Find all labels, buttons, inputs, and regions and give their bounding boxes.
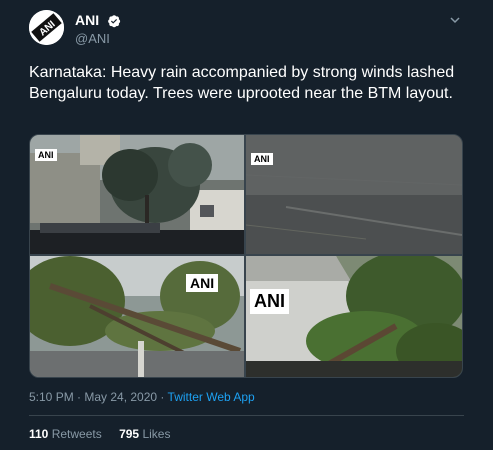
meta-separator: · <box>157 390 168 404</box>
source-app-link[interactable]: Twitter Web App <box>168 390 255 404</box>
tweet-text: Karnataka: Heavy rain accompanied by str… <box>29 64 455 102</box>
photo-1-image <box>30 135 244 254</box>
author-block: ANI @ANI <box>75 12 121 47</box>
tweet-card: ANI ANI @ANI Karnataka: Heavy rain accom… <box>0 0 493 450</box>
photo-3-watermark: ANI <box>186 274 219 292</box>
photo-4-image <box>246 256 462 377</box>
photo-3[interactable]: ANI <box>30 256 244 377</box>
tweet-timestamp[interactable]: 5:10 PM · May 24, 2020 <box>29 390 157 404</box>
media-grid: ANI ANI ANI ANI <box>29 134 463 378</box>
tweet-stats: 110 Retweets 795 Likes <box>29 427 184 441</box>
photo-2[interactable]: ANI <box>246 135 462 254</box>
ani-logo-icon: ANI <box>29 10 64 45</box>
retweets-stat[interactable]: 110 Retweets <box>29 427 105 441</box>
tweet-meta: 5:10 PM · May 24, 2020 · Twitter Web App <box>29 390 255 404</box>
photo-2-watermark: ANI <box>251 153 273 165</box>
likes-label: Likes <box>142 427 171 441</box>
photo-2-image <box>246 135 462 254</box>
avatar[interactable]: ANI <box>29 10 64 45</box>
retweets-label: Retweets <box>51 427 102 441</box>
photo-4[interactable]: ANI <box>246 256 462 377</box>
author-handle[interactable]: @ANI <box>75 31 121 47</box>
chevron-down-icon[interactable] <box>449 14 461 26</box>
photo-4-watermark: ANI <box>250 289 289 314</box>
likes-count: 795 <box>119 427 140 441</box>
photo-1-watermark: ANI <box>35 149 57 161</box>
author-display-name[interactable]: ANI <box>75 12 99 29</box>
photo-1[interactable]: ANI <box>30 135 244 254</box>
verified-badge-icon <box>107 15 120 28</box>
likes-stat[interactable]: 795 Likes <box>119 427 170 441</box>
retweets-count: 110 <box>29 427 49 441</box>
divider <box>29 415 464 416</box>
